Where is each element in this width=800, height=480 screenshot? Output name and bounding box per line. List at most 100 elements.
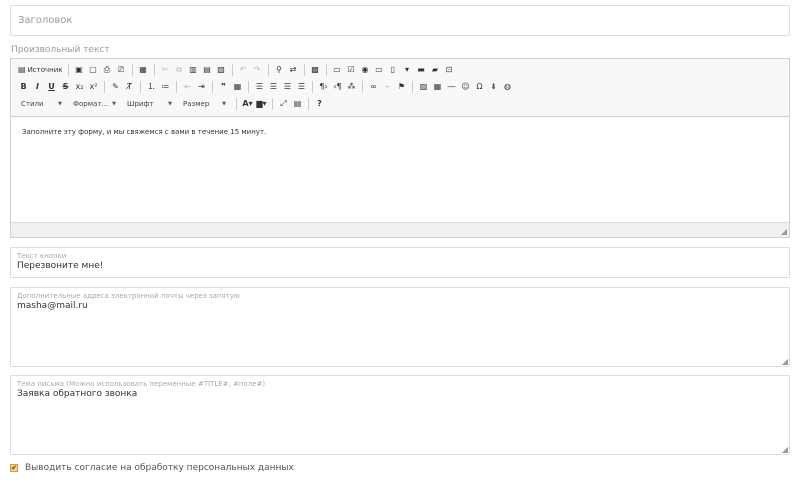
checkbox-icon[interactable]: ☑: [345, 62, 358, 77]
size-dropdown[interactable]: Размер ▼: [179, 97, 229, 111]
find-icon[interactable]: ⚲: [273, 62, 286, 77]
copy-icon[interactable]: ⧉: [173, 62, 186, 77]
size-label: Размер: [183, 99, 210, 108]
outdent-icon[interactable]: ⇤: [181, 79, 194, 94]
templates-icon[interactable]: ▦: [137, 62, 150, 77]
resize-handle-icon[interactable]: ◢: [782, 445, 788, 454]
radio-icon[interactable]: ◉: [359, 62, 372, 77]
toolbar-separator: [140, 80, 141, 93]
hidden-field-icon[interactable]: ⊡: [443, 62, 456, 77]
custom-text-label: Произвольный текст: [11, 45, 110, 55]
image-button-icon[interactable]: ▰: [429, 62, 442, 77]
emails-field[interactable]: Дополнительные адреса электронной почты …: [10, 287, 790, 367]
toolbar-separator: [231, 63, 233, 76]
table-icon[interactable]: ▦: [431, 79, 444, 94]
align-center-icon[interactable]: ☰: [267, 79, 280, 94]
redo-icon[interactable]: ↷: [251, 62, 264, 77]
toolbar-separator: [131, 63, 133, 76]
resize-handle-icon[interactable]: ◢: [782, 357, 788, 366]
toolbar-separator: [248, 80, 249, 93]
styles-dropdown[interactable]: Стили ▼: [17, 97, 65, 111]
iframe-icon[interactable]: ◍: [501, 79, 514, 94]
bold-button[interactable]: B: [17, 79, 30, 94]
subject-value[interactable]: Заявка обратного звонка: [17, 389, 137, 399]
chevron-down-icon: ▼: [168, 100, 172, 107]
superscript-icon[interactable]: x²: [87, 79, 100, 94]
format-dropdown[interactable]: Формат... ▼: [69, 97, 119, 111]
editor-content[interactable]: Заполните эту форму, и мы свяжемся с вам…: [11, 117, 789, 222]
help-icon[interactable]: ?: [313, 96, 326, 111]
link-icon[interactable]: ∞: [367, 79, 380, 94]
toolbar-separator: [153, 63, 155, 76]
save-icon[interactable]: ▣: [73, 62, 86, 77]
italic-button[interactable]: I: [31, 79, 44, 94]
source-label: Источник: [27, 65, 63, 74]
preview-icon[interactable]: ⎙: [101, 62, 114, 77]
text-field-icon[interactable]: ▭: [373, 62, 386, 77]
rtl-icon[interactable]: ‹¶: [331, 79, 344, 94]
indent-icon[interactable]: ⇥: [195, 79, 208, 94]
remove-format-icon[interactable]: T̸: [123, 79, 136, 94]
paste-icon[interactable]: ▥: [187, 62, 200, 77]
toolbar-row-2: B I U S x₂ x² ✎ T̸ ⒈ ≔ ⇤ ⇥ ❞ ▦ ☰ ☰ ☰ ☰ ¶…: [17, 78, 785, 95]
horizontal-rule-icon[interactable]: ―: [445, 79, 458, 94]
paste-text-icon[interactable]: ▤: [201, 62, 214, 77]
select-all-icon[interactable]: ▩: [309, 62, 322, 77]
copy-format-icon[interactable]: ✎: [109, 79, 122, 94]
bulleted-list-icon[interactable]: ≔: [159, 79, 172, 94]
form-icon[interactable]: ▭: [331, 62, 344, 77]
numbered-list-icon[interactable]: ⒈: [145, 79, 158, 94]
smiley-icon[interactable]: ☺: [459, 79, 472, 94]
bg-color-icon[interactable]: ▆▾: [255, 96, 268, 111]
subject-field[interactable]: Тема письма (Можно использовать переменн…: [10, 375, 790, 455]
title-input[interactable]: [11, 6, 789, 35]
align-justify-icon[interactable]: ☰: [295, 79, 308, 94]
show-blocks-icon[interactable]: ▤: [291, 96, 304, 111]
toolbar-separator: [104, 80, 105, 93]
button-icon[interactable]: ▬: [415, 62, 428, 77]
blockquote-icon[interactable]: ❞: [217, 79, 230, 94]
cut-icon[interactable]: ✂: [159, 62, 172, 77]
paste-word-icon[interactable]: ▧: [215, 62, 228, 77]
underline-button[interactable]: U: [45, 79, 58, 94]
source-icon: ▤: [18, 65, 26, 74]
consent-label[interactable]: Выводить согласие на обработку персональ…: [25, 463, 294, 473]
align-left-icon[interactable]: ☰: [253, 79, 266, 94]
font-dropdown[interactable]: Шрифт ▼: [123, 97, 175, 111]
strike-button[interactable]: S: [59, 79, 72, 94]
new-page-icon[interactable]: ▢: [87, 62, 100, 77]
toolbar-separator: [308, 97, 309, 110]
button-text-value[interactable]: Перезвоните мне!: [17, 261, 103, 271]
textarea-icon[interactable]: ▯: [387, 62, 400, 77]
maximize-icon[interactable]: ⤢: [277, 96, 290, 111]
anchor-icon[interactable]: ⚑: [395, 79, 408, 94]
special-char-icon[interactable]: Ω: [473, 79, 486, 94]
image-icon[interactable]: ▨: [417, 79, 430, 94]
ltr-icon[interactable]: ¶›: [317, 79, 330, 94]
toolbar-separator: [176, 80, 177, 93]
text-color-icon[interactable]: A▾: [241, 96, 254, 111]
div-container-icon[interactable]: ▦: [231, 79, 244, 94]
language-icon[interactable]: ⁂: [345, 79, 358, 94]
toolbar-separator: [362, 80, 363, 93]
subject-label: Тема письма (Можно использовать переменн…: [17, 380, 266, 388]
consent-checkbox[interactable]: ✔: [10, 464, 18, 472]
title-field[interactable]: [10, 5, 790, 36]
emails-value[interactable]: masha@mail.ru: [17, 301, 88, 311]
button-text-field[interactable]: Текст кнопки Перезвоните мне!: [10, 247, 790, 278]
font-label: Шрифт: [127, 99, 154, 108]
replace-icon[interactable]: ⇄: [287, 62, 300, 77]
button-text-label: Текст кнопки: [17, 252, 67, 260]
toolbar-separator: [267, 63, 269, 76]
align-right-icon[interactable]: ☰: [281, 79, 294, 94]
unlink-icon[interactable]: ⌁: [381, 79, 394, 94]
toolbar-separator: [312, 80, 313, 93]
resize-handle-icon[interactable]: ◢: [781, 227, 787, 236]
page-break-icon[interactable]: ⇟: [487, 79, 500, 94]
source-button[interactable]: ▤ Источник: [17, 62, 64, 77]
print-icon[interactable]: ⎚: [115, 62, 128, 77]
subscript-icon[interactable]: x₂: [73, 79, 86, 94]
undo-icon[interactable]: ↶: [237, 62, 250, 77]
editor-toolbar: ▤ Источник ▣ ▢ ⎙ ⎚ ▦ ✂ ⧉ ▥ ▤ ▧ ↶ ↷ ⚲ ⇄ ▩ …: [11, 59, 789, 117]
select-icon[interactable]: ▾: [401, 62, 414, 77]
